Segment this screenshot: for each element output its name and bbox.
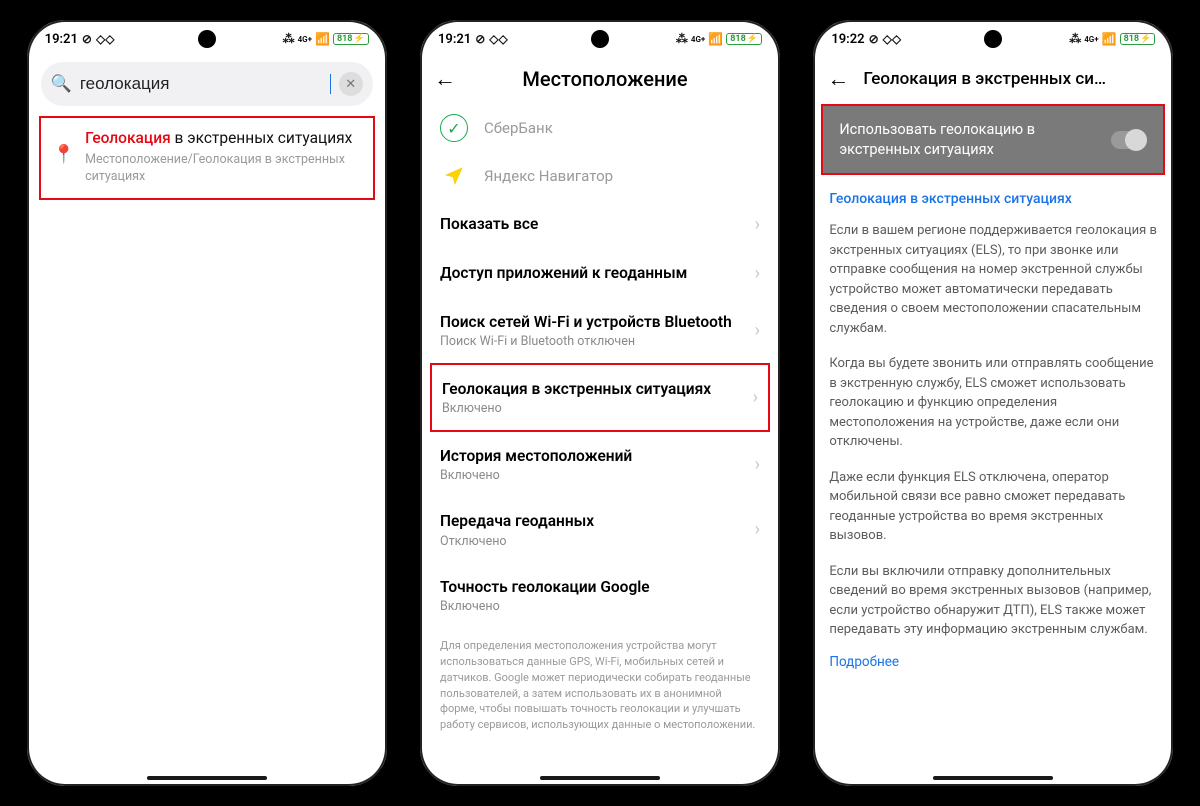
els-description-2: Когда вы будете звонить или отправлять с… (813, 348, 1173, 462)
chevron-right-icon: › (755, 214, 760, 235)
location-pin-icon: 📍 (53, 144, 75, 186)
learn-more-link[interactable]: Подробнее (813, 650, 1173, 674)
camera-notch (591, 30, 609, 48)
home-indicator[interactable] (540, 776, 660, 780)
camera-notch (198, 30, 216, 48)
clear-search-button[interactable]: ✕ (339, 72, 363, 96)
app-label: СберБанк (484, 119, 553, 137)
clock: 19:22 (831, 32, 864, 47)
chevron-right-icon: › (755, 519, 760, 540)
app-row-sberbank[interactable]: ✓ СберБанк (420, 104, 780, 152)
battery-indicator: 818⚡ (1120, 33, 1156, 45)
phone-1: 19:21 ⊘ ◇◇ ⁂ 4G+ 📶 818⚡ 🔍 ✕ 📍 Геолокация… (17, 10, 397, 796)
network-type: 4G+ (298, 35, 312, 44)
app-row-yandex-nav[interactable]: Яндекс Навигатор (420, 152, 780, 200)
dual-sim-icon: ◇◇ (883, 32, 901, 46)
els-description-1: Если в вашем регионе поддерживается геол… (813, 215, 1173, 348)
page-title: Геолокация в экстренных си… (863, 69, 1106, 89)
network-type: 4G+ (691, 35, 705, 44)
search-field[interactable]: 🔍 ✕ (41, 62, 373, 106)
els-toggle-row[interactable]: Использовать геолокацию в экстренных сит… (821, 104, 1165, 175)
dual-sim-icon: ◇◇ (96, 32, 114, 46)
bluetooth-icon: ⁂ (283, 32, 295, 46)
page-title: Местоположение (474, 67, 736, 91)
home-indicator[interactable] (147, 776, 267, 780)
toggle-switch[interactable] (1111, 131, 1147, 149)
phone-3: 19:22 ⊘ ◇◇ ⁂ 4G+ 📶 818⚡ ← Геолокация в э… (803, 10, 1183, 796)
menu-google-accuracy[interactable]: Точность геолокации Google Включено (420, 563, 780, 628)
search-icon: 🔍 (51, 74, 72, 94)
clock: 19:21 (438, 32, 471, 47)
els-description-3: Даже если функция ELS отключена, операто… (813, 462, 1173, 556)
bluetooth-icon: ⁂ (1069, 32, 1081, 46)
clock: 19:21 (45, 32, 78, 47)
menu-app-access[interactable]: Доступ приложений к геоданным › (420, 249, 780, 298)
signal-icon: 📶 (1102, 32, 1117, 46)
camera-notch (984, 30, 1002, 48)
header: ← Геолокация в экстренных си… (813, 54, 1173, 102)
battery-indicator: 818⚡ (333, 33, 369, 45)
search-result-els[interactable]: 📍 Геолокация в экстренных ситуациях Мест… (39, 116, 375, 200)
phone-2: 19:21 ⊘ ◇◇ ⁂ 4G+ 📶 818⚡ ← Местоположение… (410, 10, 790, 796)
back-button[interactable]: ← (434, 66, 456, 92)
menu-location-sharing[interactable]: Передача геоданных Отключено › (420, 497, 780, 562)
chevron-right-icon: › (755, 454, 760, 475)
menu-location-history[interactable]: История местоположений Включено › (420, 432, 780, 497)
result-title: Геолокация в экстренных ситуациях (85, 128, 361, 149)
dnd-icon: ⊘ (869, 32, 879, 46)
footer-note: Для определения местоположения устройств… (420, 628, 780, 754)
result-breadcrumb: Местоположение/Геолокация в экстренных с… (85, 152, 361, 186)
signal-icon: 📶 (315, 32, 330, 46)
section-header: Геолокация в экстренных ситуациях (813, 183, 1173, 215)
dnd-icon: ⊘ (475, 32, 485, 46)
home-indicator[interactable] (933, 776, 1053, 780)
network-type: 4G+ (1084, 35, 1098, 44)
yandex-nav-icon (440, 162, 468, 190)
battery-indicator: 818⚡ (726, 33, 762, 45)
bluetooth-icon: ⁂ (676, 32, 688, 46)
menu-show-all[interactable]: Показать все › (420, 200, 780, 249)
dual-sim-icon: ◇◇ (489, 32, 507, 46)
toggle-label: Использовать геолокацию в экстренных сит… (839, 120, 1111, 159)
els-description-4: Если вы включили отправку дополнительных… (813, 556, 1173, 650)
signal-icon: 📶 (708, 32, 723, 46)
search-input[interactable] (80, 74, 331, 94)
menu-els[interactable]: Геолокация в экстренных ситуациях Включе… (430, 363, 770, 432)
app-label: Яндекс Навигатор (484, 167, 613, 185)
back-button[interactable]: ← (827, 66, 849, 92)
menu-wifi-bt-scan[interactable]: Поиск сетей Wi-Fi и устройств Bluetooth … (420, 298, 780, 363)
chevron-right-icon: › (755, 263, 760, 284)
dnd-icon: ⊘ (82, 32, 92, 46)
chevron-right-icon: › (755, 320, 760, 341)
header: ← Местоположение (420, 54, 780, 100)
chevron-right-icon: › (753, 387, 758, 408)
sberbank-icon: ✓ (440, 114, 468, 142)
